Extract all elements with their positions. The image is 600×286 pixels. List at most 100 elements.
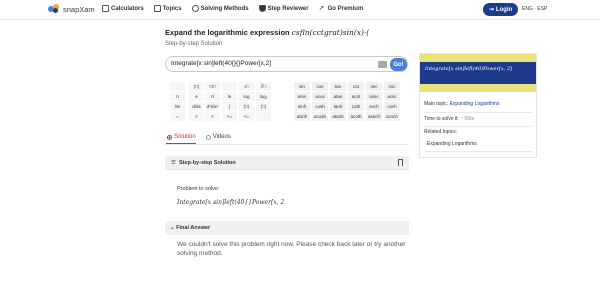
- solution-tabs: Solution Videos: [167, 134, 231, 140]
- banner-stripe-bottom: [420, 84, 536, 92]
- trig-key[interactable]: sin: [294, 82, 310, 91]
- math-key[interactable]: >=: [222, 112, 237, 121]
- camera-icon[interactable]: [378, 61, 387, 68]
- problem-expression: Integrate[x sin]left(40{}Power[x, 2: [177, 199, 285, 206]
- page-title-expression: csfln(cctgrat)sin(x)·(: [291, 28, 370, 37]
- trig-key[interactable]: cot: [348, 82, 364, 91]
- login-label: Login: [495, 6, 513, 13]
- final-answer-header[interactable]: ⌄ Final Answer: [165, 221, 409, 235]
- nav-calculators[interactable]: Calculators: [102, 5, 144, 12]
- chevron-down-icon: ⌄: [170, 225, 175, 231]
- tab-solution[interactable]: Solution: [167, 134, 196, 140]
- math-key[interactable]: (□): [189, 82, 204, 91]
- math-input-box[interactable]: Integrate[x sin]left(40{}{}Power[x,2] Go…: [165, 56, 408, 72]
- trig-key[interactable]: acsc: [384, 92, 400, 101]
- math-key[interactable]: [170, 82, 185, 91]
- math-key[interactable]: π: [170, 92, 185, 101]
- page-subtitle: Step-by-step Solution: [165, 41, 223, 47]
- math-key[interactable]: ·: [222, 82, 237, 91]
- trig-key[interactable]: sinh: [294, 102, 310, 111]
- final-answer-title: ⌄ Final Answer: [170, 225, 210, 231]
- banner-expression: Integrate[x sin]left(40)Power[x, 2]: [425, 66, 512, 72]
- trig-key[interactable]: sech: [366, 102, 382, 111]
- shield-icon: [258, 5, 266, 12]
- trig-key[interactable]: cos: [312, 82, 328, 91]
- trig-key[interactable]: tan: [330, 82, 346, 91]
- math-key[interactable]: log: [239, 92, 254, 101]
- card-divider: [424, 151, 532, 152]
- math-key[interactable]: □/□: [205, 82, 220, 91]
- card-divider: [424, 126, 532, 127]
- list-icon: ☰: [171, 160, 176, 166]
- math-key[interactable]: π: [205, 92, 220, 101]
- trig-key[interactable]: acoth: [348, 112, 364, 121]
- topic-card: Integrate[x sin]left(40)Power[x, 2] Main…: [419, 53, 537, 158]
- trig-key[interactable]: atanh: [330, 112, 346, 121]
- trig-key[interactable]: acsch: [384, 112, 400, 121]
- tab-videos[interactable]: Videos: [205, 134, 231, 140]
- login-icon: ⇥: [488, 7, 494, 13]
- trig-key[interactable]: acos: [312, 92, 328, 101]
- math-key[interactable]: ∛□: [256, 82, 271, 91]
- logo-text: snapXam: [63, 4, 95, 14]
- math-key[interactable]: [256, 112, 271, 121]
- math-key[interactable]: (□): [239, 102, 254, 111]
- login-button[interactable]: ⇥ Login: [483, 3, 518, 16]
- math-key[interactable]: >: [189, 112, 204, 121]
- step-by-step-header[interactable]: ☰ Step-by-step Solution: [165, 156, 409, 170]
- math-key[interactable]: ln: [222, 92, 237, 101]
- math-key[interactable]: =: [170, 112, 185, 121]
- math-key[interactable]: e: [189, 92, 204, 101]
- trig-key[interactable]: coth: [348, 102, 364, 111]
- related-topics-label: Related topics:: [424, 129, 458, 135]
- trig-key[interactable]: asinh: [294, 112, 310, 121]
- math-key[interactable]: <=: [239, 112, 254, 121]
- snapxam-logo[interactable]: snapXam: [48, 4, 95, 14]
- time-label: Time to solve it:: [424, 116, 459, 122]
- trig-key[interactable]: acosh: [312, 112, 328, 121]
- nav-label: Solving Methods: [200, 5, 249, 12]
- nav-step-reviewer[interactable]: Step Reviewer: [258, 5, 309, 12]
- trig-key[interactable]: asec: [366, 92, 382, 101]
- math-key[interactable]: d/dx: [189, 102, 204, 111]
- main-topic-row: Main topic: Expanding Logarithms: [424, 101, 499, 107]
- trig-key[interactable]: csch: [384, 102, 400, 111]
- calculator-icon: [102, 5, 109, 12]
- math-key[interactable]: (□): [256, 102, 271, 111]
- main-topic-label: Main topic:: [424, 101, 449, 107]
- trig-key[interactable]: csc: [384, 82, 400, 91]
- trig-key[interactable]: acot: [348, 92, 364, 101]
- math-key[interactable]: log₂: [256, 92, 271, 101]
- bookmark-icon[interactable]: [398, 159, 403, 166]
- main-topic-link[interactable]: Expanding Logarithms: [450, 101, 500, 107]
- math-input-field[interactable]: Integrate[x sin]left(40{}{}Power[x,2]: [171, 60, 271, 67]
- trig-key[interactable]: asech: [366, 112, 382, 121]
- tab-label: Videos: [212, 134, 231, 140]
- math-key[interactable]: dⁿ/dxⁿ: [205, 102, 220, 111]
- page-title-prefix: Expand the logarithmic expression: [165, 28, 290, 37]
- math-key[interactable]: √□: [239, 82, 254, 91]
- math-key[interactable]: <: [205, 112, 220, 121]
- logo-icon: [48, 4, 60, 14]
- trig-key[interactable]: atan: [330, 92, 346, 101]
- card-divider: [424, 112, 532, 113]
- trig-key[interactable]: tanh: [330, 102, 346, 111]
- nav-topics[interactable]: Topics: [153, 5, 182, 12]
- related-topic-item[interactable]: Expanding Logarithms: [427, 141, 477, 147]
- trig-key[interactable]: asin: [294, 92, 310, 101]
- tab-label: Solution: [174, 134, 196, 140]
- top-navigation-bar: snapXam Calculators Topics Solving Metho…: [0, 0, 600, 20]
- math-key[interactable]: lim: [170, 102, 185, 111]
- go-button[interactable]: Go!: [390, 58, 407, 71]
- language-switcher[interactable]: ENG · ESP: [522, 6, 547, 12]
- trig-key[interactable]: sec: [366, 82, 382, 91]
- time-value: ~ 00ts: [460, 116, 474, 122]
- trig-key[interactable]: cosh: [312, 102, 328, 111]
- topic-banner-image: Integrate[x sin]left(40)Power[x, 2]: [420, 54, 536, 92]
- nav-go-premium[interactable]: ➚ Go Premium: [319, 5, 364, 12]
- main-nav: Calculators Topics Solving Methods Step …: [102, 5, 363, 12]
- nav-solving-methods[interactable]: Solving Methods: [191, 5, 249, 12]
- nav-label: Calculators: [111, 5, 144, 12]
- math-key[interactable]: ∫: [222, 102, 237, 111]
- final-answer-label: Final Answer: [176, 225, 211, 231]
